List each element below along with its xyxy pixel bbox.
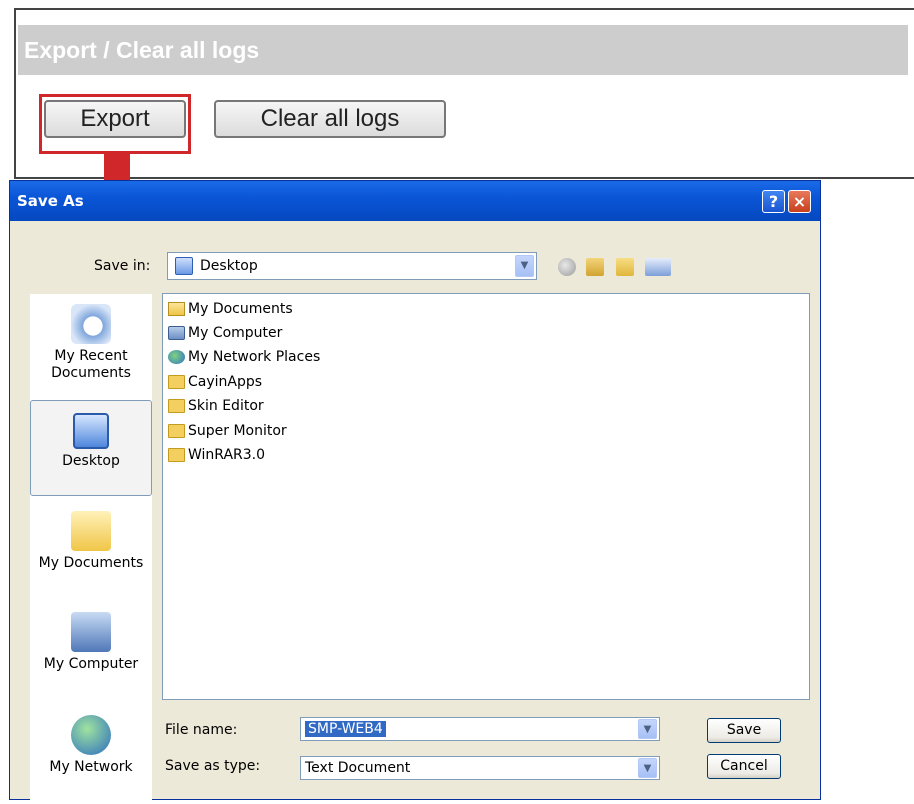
- places-bar: My Recent Documents Desktop My Documents…: [30, 294, 152, 804]
- file-name-value: SMP-WEB4: [305, 721, 386, 737]
- views-menu-icon[interactable]: [645, 258, 671, 276]
- desktop-icon: [73, 413, 109, 449]
- list-item[interactable]: My Computer: [166, 322, 282, 344]
- place-label: My Recent Documents: [51, 348, 131, 381]
- my-computer-icon: [71, 612, 111, 652]
- place-label: My Network: [49, 759, 133, 775]
- network-places-icon: [168, 350, 185, 364]
- file-name: My Documents: [188, 301, 293, 317]
- back-icon[interactable]: [558, 258, 576, 276]
- list-item[interactable]: WinRAR3.0: [166, 444, 265, 466]
- help-button[interactable]: ?: [762, 190, 785, 213]
- recent-documents-icon: [71, 304, 111, 344]
- file-name: WinRAR3.0: [188, 447, 266, 463]
- list-item[interactable]: Super Monitor: [166, 420, 287, 442]
- dialog-title: Save As: [17, 192, 84, 210]
- place-label: My Documents: [38, 555, 144, 571]
- file-name-label: File name:: [165, 722, 238, 738]
- save-as-type-value: Text Document: [305, 760, 411, 776]
- folder-icon: [168, 375, 185, 389]
- place-label: My Computer: [43, 656, 139, 672]
- place-my-network[interactable]: My Network: [30, 715, 152, 776]
- save-button[interactable]: Save: [707, 718, 781, 743]
- save-in-dropdown[interactable]: Desktop ▼: [167, 252, 537, 280]
- place-my-computer[interactable]: My Computer: [30, 612, 152, 673]
- chevron-down-icon[interactable]: ▼: [638, 719, 657, 739]
- my-computer-icon: [168, 326, 185, 340]
- place-my-documents[interactable]: My Documents: [30, 511, 152, 572]
- place-label: Desktop: [62, 453, 120, 469]
- my-network-icon: [71, 715, 111, 755]
- new-folder-icon[interactable]: [616, 258, 634, 276]
- chevron-down-icon[interactable]: ▼: [515, 255, 534, 277]
- up-folder-icon[interactable]: [586, 258, 604, 276]
- folder-icon: [168, 424, 185, 438]
- save-in-label: Save in:: [94, 258, 151, 274]
- file-name: Super Monitor: [188, 423, 287, 439]
- file-name-input[interactable]: SMP-WEB4 ▼: [300, 717, 660, 741]
- panel-header: Export / Clear all logs: [18, 25, 908, 75]
- list-item[interactable]: My Documents: [166, 298, 293, 320]
- save-as-type-select[interactable]: Text Document ▼: [300, 756, 660, 780]
- place-desktop[interactable]: Desktop: [30, 400, 152, 496]
- dialog-titlebar: Save As ? ×: [10, 181, 820, 221]
- list-item[interactable]: My Network Places: [166, 346, 320, 368]
- my-documents-icon: [71, 511, 111, 551]
- save-in-value: Desktop: [200, 258, 258, 274]
- folder-icon: [168, 399, 185, 413]
- chevron-down-icon[interactable]: ▼: [638, 758, 657, 778]
- place-recent-documents[interactable]: My Recent Documents: [30, 304, 152, 382]
- cancel-button[interactable]: Cancel: [707, 754, 781, 779]
- save-as-type-label: Save as type:: [165, 758, 261, 774]
- file-name: Skin Editor: [188, 398, 264, 414]
- list-item[interactable]: Skin Editor: [166, 395, 264, 417]
- save-as-dialog: Save As ? × Save in: Desktop ▼ My Recent…: [9, 180, 821, 804]
- my-documents-icon: [168, 302, 185, 316]
- file-name: CayinApps: [188, 374, 263, 390]
- file-name: My Network Places: [188, 349, 321, 365]
- desktop-icon: [175, 257, 193, 275]
- folder-icon: [168, 448, 185, 462]
- close-button[interactable]: ×: [788, 190, 811, 213]
- file-name: My Computer: [188, 325, 283, 341]
- list-item[interactable]: CayinApps: [166, 371, 262, 393]
- file-list[interactable]: My Documents My Computer My Network Plac…: [162, 293, 810, 700]
- clear-all-logs-button[interactable]: Clear all logs: [214, 100, 446, 138]
- export-highlight-box: [39, 94, 191, 154]
